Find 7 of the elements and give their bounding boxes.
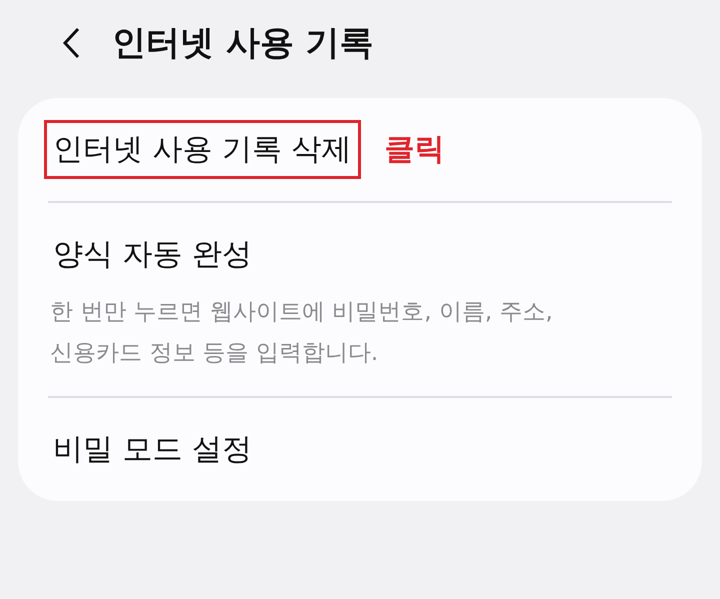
back-icon — [62, 27, 80, 59]
item-description: 한 번만 누르면 웹사이트에 비밀번호, 이름, 주소, 신용카드 정보 등을 입력합니다. — [49, 298, 554, 368]
page-title: 인터넷 사용 기록 — [112, 22, 374, 65]
annotation-label: 클릭 — [384, 131, 445, 169]
settings-item[interactable]: 양식 자동 완성 — [44, 225, 262, 284]
settings-item[interactable]: 인터넷 사용 기록 삭제 — [44, 120, 361, 179]
settings-item[interactable]: 비밀 모드 설정 — [44, 420, 262, 479]
